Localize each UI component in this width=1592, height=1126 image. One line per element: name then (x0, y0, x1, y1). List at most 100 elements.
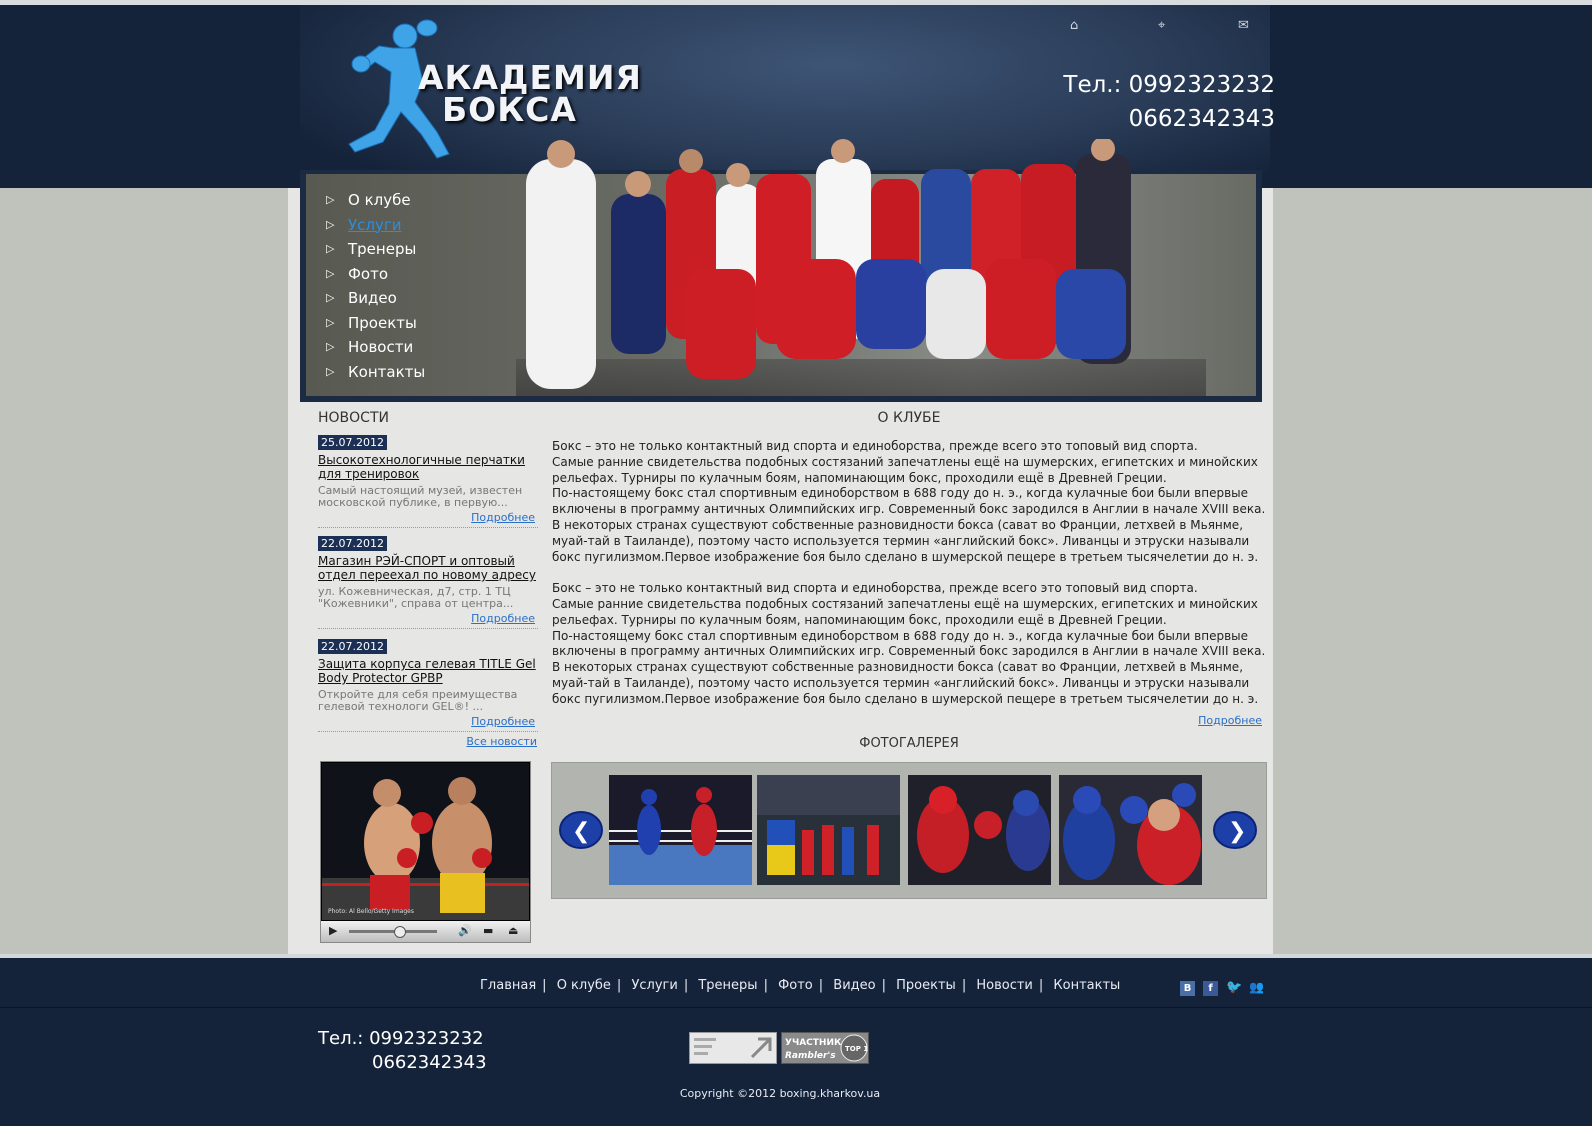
footer-link-about[interactable]: О клубе (557, 978, 611, 993)
all-news-link[interactable]: Все новости (318, 735, 537, 748)
team-photo (516, 139, 1206, 396)
facebook-icon[interactable]: f (1203, 981, 1219, 996)
seek-handle[interactable] (394, 926, 406, 938)
people-icon[interactable]: 👥 (1249, 980, 1264, 995)
menu-item-video[interactable]: ▷ Видео (326, 286, 425, 311)
news-more-link[interactable]: Подробнее (318, 715, 538, 728)
footer-separator: | (818, 978, 824, 993)
about-title: О КЛУБЕ (877, 410, 941, 426)
news-date: 25.07.2012 (318, 435, 387, 450)
gallery-image (1059, 775, 1202, 885)
gallery-image (908, 775, 1051, 885)
volume-icon[interactable]: 🔊 (458, 924, 472, 937)
news-desc: Откройте для себя преимущества гелевой т… (318, 688, 518, 713)
footer-link-projects[interactable]: Проекты (896, 978, 956, 993)
news-more-link[interactable]: Подробнее (318, 612, 538, 625)
news-headline-link[interactable]: Магазин РЭЙ-СПОРТ и оптовый отдел переех… (318, 554, 538, 582)
menu-item-label: Услуги (348, 215, 402, 234)
menu-item-label: Проекты (348, 313, 417, 332)
gallery-thumb[interactable] (757, 775, 900, 885)
gallery-thumb[interactable] (908, 775, 1051, 885)
news-desc: ул. Кожевническая, д7, стр. 1 ТЦ "Кожевн… (318, 585, 514, 610)
footer-separator: | (961, 978, 967, 993)
menu-arrow-icon: ▷ (326, 340, 335, 353)
menu-arrow-icon: ▷ (326, 217, 335, 231)
footer-separator: | (542, 978, 547, 993)
eject-icon[interactable]: ⏏ (508, 924, 518, 937)
menu-item-label: Тренеры (348, 240, 417, 258)
menu-item-projects[interactable]: ▷ Проекты (326, 311, 425, 336)
footer-separator: | (763, 978, 768, 993)
main-menu: ▷ О клубе ▷ Услуги ▷ Тренеры ▷ Фото ▷ Видео ▷… (326, 188, 425, 384)
gallery-thumb[interactable] (1059, 775, 1202, 885)
video-player[interactable]: Photo: Al Bello/Getty Images ▶ 🔊 ▬ ⏏ (320, 761, 531, 943)
menu-arrow-icon: ▷ (326, 291, 335, 304)
news-item: 22.07.2012 Защита корпуса гелевая TITLE … (318, 635, 538, 732)
logo-text[interactable]: АКАДЕМИЯ БОКСА (418, 61, 642, 129)
menu-item-services[interactable]: ▷ Услуги (326, 213, 425, 238)
logo-line2: БОКСА (442, 90, 577, 129)
counter-top100: TOP 100 (845, 1045, 869, 1053)
play-icon[interactable]: ▶ (329, 924, 337, 937)
menu-item-label: Новости (348, 338, 414, 356)
footer-separator: | (881, 978, 886, 993)
vk-icon[interactable]: B (1180, 981, 1195, 996)
news-headline-link[interactable]: Высокотехнологичные перчатки для трениро… (318, 453, 538, 481)
copyright: Copyright ©2012 boxing.kharkov.ua (679, 1087, 881, 1100)
seek-bar[interactable] (349, 930, 437, 933)
banner: ▷ О клубе ▷ Услуги ▷ Тренеры ▷ Фото ▷ Видео ▷… (300, 139, 1262, 402)
social-icons: B f 🐦 👥 (1180, 976, 1267, 996)
menu-arrow-icon: ▷ (326, 242, 335, 255)
footer-separator: | (616, 978, 622, 993)
menu-arrow-icon: ▷ (326, 193, 335, 206)
gallery-image (609, 775, 752, 885)
menu-arrow-icon: ▷ (326, 266, 335, 280)
menu-item-contacts[interactable]: ▷ Контакты (326, 360, 425, 385)
news-item: 25.07.2012 Высокотехнологичные перчатки … (318, 431, 538, 528)
gallery-prev-button[interactable]: ❮ (558, 810, 604, 850)
footer-link-photo[interactable]: Фото (778, 978, 813, 993)
footer-link-home[interactable]: Главная (480, 978, 536, 993)
screen-icon[interactable]: ▬ (483, 924, 493, 937)
menu-arrow-icon: ▷ (326, 364, 335, 378)
photo-gallery: ❮ ❯ (551, 762, 1267, 899)
mail-icon[interactable]: ✉ (1238, 18, 1249, 33)
footer-link-video[interactable]: Видео (833, 978, 875, 993)
chevron-left-icon: ❮ (572, 819, 590, 844)
header-phone-2: 0662342343 (1128, 106, 1275, 132)
news-headline-link[interactable]: Защита корпуса гелевая TITLE Gel Body Pr… (318, 657, 538, 685)
counter-label: Rambler's (785, 1051, 836, 1061)
home-icon[interactable]: ⌂ (1070, 18, 1078, 33)
menu-item-about[interactable]: ▷ О клубе (326, 188, 425, 213)
footer-link-services[interactable]: Услуги (631, 978, 677, 993)
menu-arrow-icon: ▷ (326, 315, 335, 329)
news-title: НОВОСТИ (318, 410, 389, 426)
footer-separator: | (683, 978, 689, 993)
menu-item-label: Фото (348, 264, 389, 283)
menu-item-label: О клубе (348, 191, 411, 209)
gallery-thumb[interactable] (609, 775, 752, 885)
video-thumbnail[interactable]: Photo: Al Bello/Getty Images (322, 763, 529, 920)
chevron-right-icon: ❯ (1228, 819, 1246, 844)
menu-item-photo[interactable]: ▷ Фото (326, 262, 425, 287)
footer-link-news[interactable]: Новости (976, 978, 1033, 993)
sitemap-icon[interactable]: ⌖ (1158, 18, 1165, 33)
gallery-image (757, 775, 900, 885)
video-caption: Photo: Al Bello/Getty Images (328, 908, 414, 915)
footer-link-trainers[interactable]: Тренеры (698, 978, 757, 993)
footer-nav: Главная | О клубе | Услуги | Тренеры | Фото |… (480, 978, 1120, 993)
twitter-icon[interactable]: 🐦 (1226, 980, 1242, 995)
about-more-link[interactable]: Подробнее (1150, 714, 1262, 727)
counter-badge[interactable] (689, 1032, 777, 1064)
menu-item-news[interactable]: ▷ Новости (326, 335, 425, 360)
news-more-link[interactable]: Подробнее (318, 511, 538, 524)
footer-divider (0, 1007, 1592, 1008)
header-phones: Тел.: 0992323232 0662342343 (1020, 68, 1275, 136)
gallery-next-button[interactable]: ❯ (1212, 810, 1258, 850)
footer-link-contacts[interactable]: Контакты (1053, 978, 1120, 993)
footer-phones: Тел.: 0992323232 0662342343 (318, 1027, 487, 1075)
video-controls: ▶ 🔊 ▬ ⏏ (321, 921, 530, 942)
menu-item-label: Контакты (348, 362, 426, 381)
rambler-top100-badge[interactable]: УЧАСТНИК Rambler's TOP 100 (781, 1032, 869, 1064)
menu-item-trainers[interactable]: ▷ Тренеры (326, 237, 425, 262)
